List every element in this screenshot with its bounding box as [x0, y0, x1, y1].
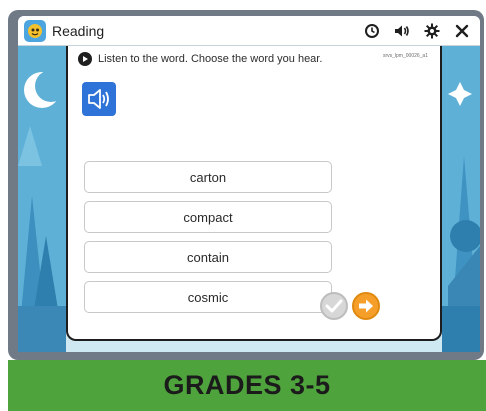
checkmark-icon: [325, 299, 343, 313]
grade-banner: GRADES 3-5: [8, 360, 486, 411]
window-title: Reading: [52, 22, 105, 39]
instruction-text: Listen to the word. Choose the word you …: [98, 53, 323, 65]
app-logo-icon: [24, 19, 46, 42]
title-bar-controls: [362, 21, 472, 41]
title-bar: Reading: [18, 16, 480, 46]
speaker-icon[interactable]: [392, 21, 412, 41]
next-button[interactable]: [352, 292, 380, 320]
check-answer-button[interactable]: [320, 292, 348, 320]
answer-option-contain[interactable]: contain: [84, 241, 332, 273]
answer-option-cosmic[interactable]: cosmic: [84, 281, 332, 313]
grade-banner-text: GRADES 3-5: [163, 370, 331, 400]
play-word-audio-button[interactable]: [82, 82, 116, 116]
answer-option-carton[interactable]: carton: [84, 161, 332, 193]
speaker-icon: [88, 89, 109, 109]
instruction-row: Listen to the word. Choose the word you …: [78, 52, 322, 66]
question-card: Listen to the word. Choose the word you …: [66, 46, 442, 341]
play-instruction-icon[interactable]: [78, 52, 92, 66]
app-window: Reading Listen to the word. Choose the w…: [18, 16, 480, 352]
item-code: srvs_lpm_00026_a1: [382, 53, 428, 59]
gear-icon[interactable]: [422, 21, 442, 41]
close-icon[interactable]: [452, 21, 472, 41]
clock-icon[interactable]: [362, 21, 382, 41]
answer-option-compact[interactable]: compact: [84, 201, 332, 233]
arrow-right-icon: [359, 299, 373, 313]
